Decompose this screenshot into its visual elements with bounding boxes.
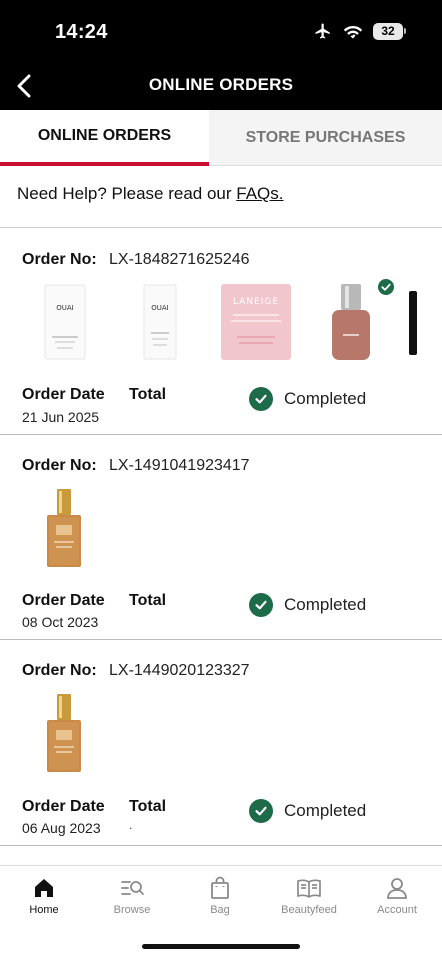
- order-no-label: Order No:: [22, 457, 97, 474]
- order-number: LX-1449020123327: [109, 662, 250, 679]
- product-thumb-ouai-2-label: OUAI: [151, 304, 169, 312]
- airplane-icon: [315, 23, 330, 39]
- nav-beautyfeed[interactable]: Beautyfeed: [265, 876, 353, 916]
- nav-bag[interactable]: Bag: [176, 876, 264, 916]
- app-header: 14:24 32 ONLINE ORDERS: [0, 0, 442, 110]
- status-icons: 32: [313, 22, 406, 40]
- nav-bar: ONLINE ORDERS: [0, 64, 442, 110]
- order-card[interactable]: Order No: LX-1848271625246 OUAI OUAI LAN…: [0, 229, 442, 435]
- home-indicator: [142, 944, 300, 949]
- help-banner: Need Help? Please read our FAQs.: [0, 167, 442, 228]
- completed-check-icon: [249, 799, 273, 823]
- order-date-label: Order Date: [22, 592, 105, 609]
- order-no-label: Order No:: [22, 662, 97, 679]
- nav-account-label: Account: [377, 904, 417, 916]
- account-icon: [387, 878, 407, 899]
- status-text: Completed: [284, 801, 367, 820]
- status-time: 14:24: [55, 21, 108, 43]
- nav-beautyfeed-label: Beautyfeed: [281, 904, 337, 916]
- tab-online-orders[interactable]: ONLINE ORDERS: [0, 110, 209, 166]
- product-thumb-ouai-2[interactable]: OUAI: [143, 284, 177, 360]
- product-thumb-foundation-bottle[interactable]: [46, 489, 82, 569]
- order-date: 06 Aug 2023: [22, 820, 101, 836]
- order-tabs: ONLINE ORDERS STORE PURCHASES: [0, 110, 442, 166]
- help-text: Need Help? Please read our: [17, 184, 237, 203]
- order-date: 08 Oct 2023: [22, 614, 99, 630]
- order-number: LX-1491041923417: [109, 457, 250, 474]
- selected-check-icon: [378, 279, 394, 295]
- product-thumb-foundation-bottle[interactable]: [46, 694, 82, 774]
- nav-browse[interactable]: Browse: [88, 876, 176, 916]
- order-total-label: Total: [129, 798, 167, 815]
- nav-bag-label: Bag: [210, 904, 230, 916]
- product-thumb-laneige[interactable]: LANEIGE: [221, 284, 291, 360]
- product-thumb-ouai-1-label: OUAI: [56, 304, 74, 312]
- nav-home[interactable]: Home: [0, 876, 88, 916]
- order-no-label: Order No:: [22, 251, 97, 268]
- book-icon: [297, 879, 321, 898]
- order-number: LX-1848271625246: [109, 251, 250, 268]
- page-title: ONLINE ORDERS: [148, 75, 294, 94]
- order-status: Completed: [249, 387, 366, 411]
- nav-account[interactable]: Account: [353, 876, 441, 916]
- faqs-link[interactable]: FAQs.: [236, 184, 283, 203]
- browse-icon: [121, 881, 144, 895]
- order-total: .: [129, 818, 133, 832]
- order-total-label: Total: [129, 592, 167, 609]
- completed-check-icon: [249, 593, 273, 617]
- home-icon: [35, 879, 53, 897]
- battery-level: 32: [373, 22, 403, 40]
- nav-browse-label: Browse: [113, 904, 151, 916]
- wifi-icon: [343, 26, 363, 39]
- product-thumb-foundation-rose[interactable]: [331, 284, 371, 362]
- order-status: Completed: [249, 593, 366, 617]
- order-date-label: Order Date: [22, 386, 105, 403]
- product-thumb-laneige-label: LANEIGE: [233, 297, 279, 307]
- status-text: Completed: [284, 389, 367, 408]
- product-thumb-brush[interactable]: [406, 291, 420, 355]
- product-thumb-ouai-1[interactable]: OUAI: [44, 284, 86, 360]
- order-date-label: Order Date: [22, 798, 105, 815]
- bag-icon: [211, 876, 229, 899]
- battery-indicator: 32: [373, 22, 406, 40]
- completed-check-icon: [249, 387, 273, 411]
- battery-tip: [404, 28, 406, 34]
- order-total-label: Total: [129, 386, 167, 403]
- order-card[interactable]: Order No: LX-1491041923417 Order Date To…: [0, 435, 442, 640]
- order-date: 21 Jun 2025: [22, 409, 100, 425]
- status-bar: 14:24 32: [0, 0, 442, 64]
- order-card[interactable]: Order No: LX-1449020123327 Order Date To…: [0, 640, 442, 846]
- order-status: Completed: [249, 799, 366, 823]
- status-text: Completed: [284, 595, 367, 614]
- nav-home-label: Home: [29, 904, 59, 916]
- tab-store-purchases[interactable]: STORE PURCHASES: [209, 110, 442, 166]
